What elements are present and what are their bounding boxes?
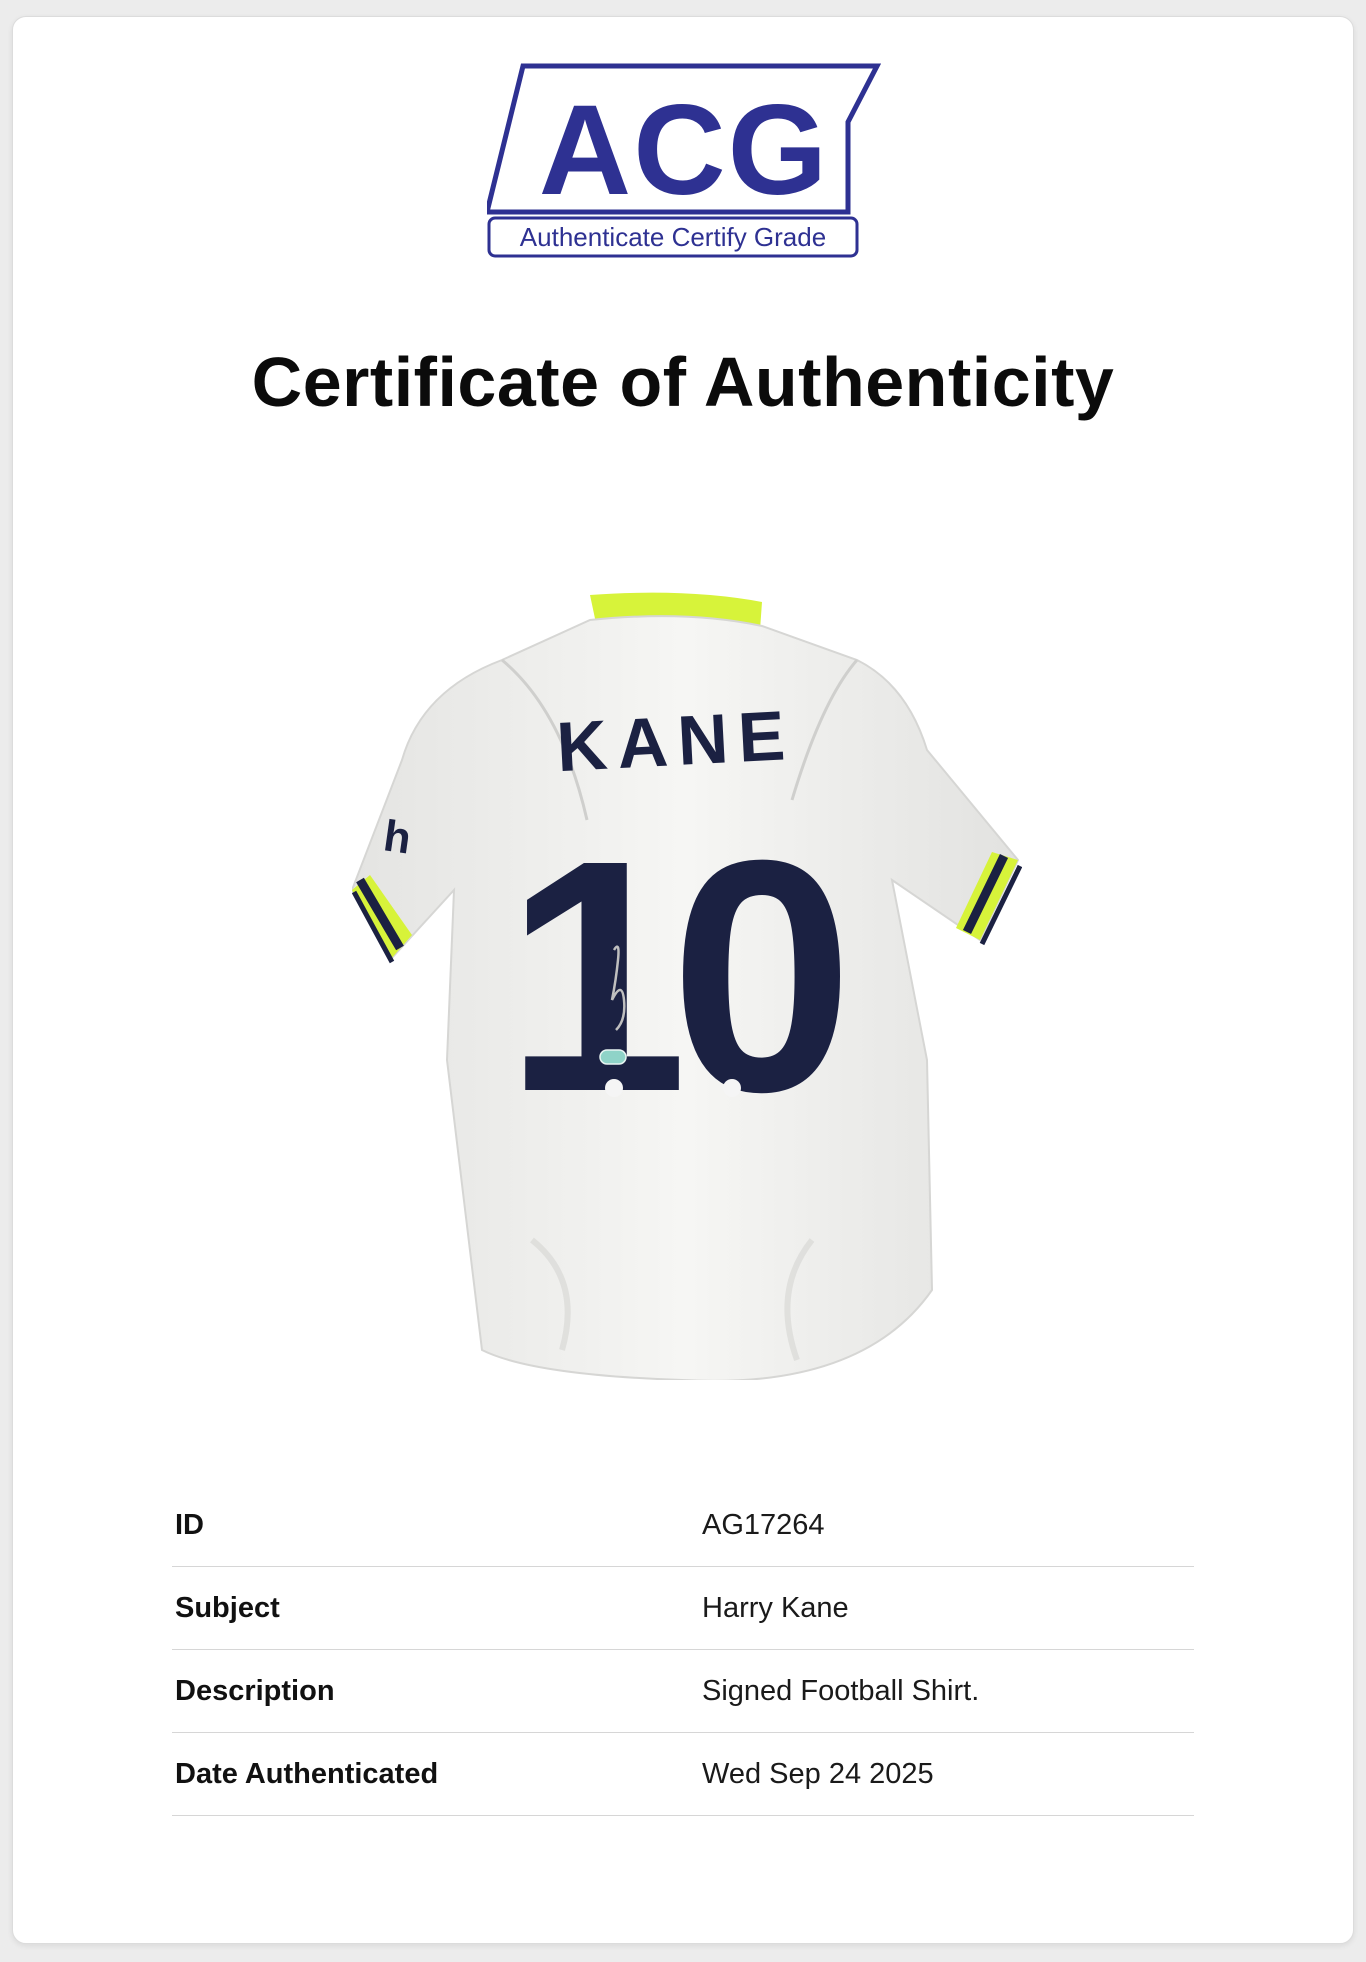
league-badge-icon: [723, 1079, 741, 1097]
logo-mark: ACG: [539, 79, 829, 222]
detail-row-id: ID AG17264: [172, 1484, 1194, 1567]
detail-value: Signed Football Shirt.: [702, 1674, 980, 1707]
detail-row-date: Date Authenticated Wed Sep 24 2025: [172, 1733, 1194, 1816]
details-table: ID AG17264 Subject Harry Kane Descriptio…: [172, 1484, 1194, 1816]
detail-value: Harry Kane: [702, 1591, 849, 1624]
hologram-sticker: [599, 1049, 627, 1065]
detail-label: Description: [175, 1674, 335, 1707]
detail-value: AG17264: [702, 1508, 825, 1541]
detail-row-description: Description Signed Football Shirt.: [172, 1650, 1194, 1733]
football-shirt-image: h KANE 10: [352, 592, 1022, 1380]
detail-label: Subject: [175, 1591, 280, 1624]
acg-logo: ACG Authenticate Certify Grade: [487, 63, 881, 258]
detail-row-subject: Subject Harry Kane: [172, 1567, 1194, 1650]
logo-tagline: Authenticate Certify Grade: [520, 222, 826, 252]
page-title: Certificate of Authenticity: [251, 343, 1115, 421]
league-badge-icon: [605, 1079, 623, 1097]
shirt-number: 10: [504, 791, 840, 1160]
shirt-name: KANE: [555, 696, 797, 786]
detail-label: ID: [175, 1508, 204, 1541]
detail-label: Date Authenticated: [175, 1757, 439, 1790]
detail-value: Wed Sep 24 2025: [702, 1757, 934, 1790]
